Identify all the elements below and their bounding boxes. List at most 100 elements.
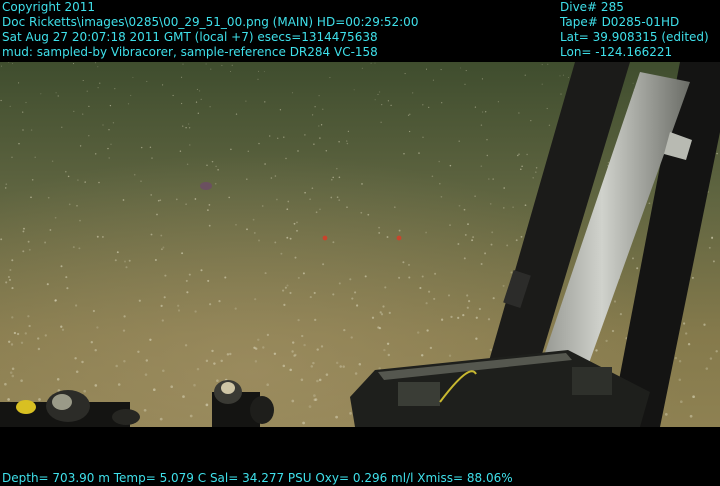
snow-particle — [133, 173, 136, 176]
snow-particle — [447, 294, 451, 297]
snow-particle — [492, 178, 494, 180]
rov-video-frame: Copyright 2011 Doc Ricketts\images\0285\… — [0, 0, 720, 486]
snow-particle — [150, 233, 153, 236]
snow-particle — [383, 348, 386, 352]
snow-particle — [354, 291, 357, 294]
snow-particle — [177, 309, 181, 312]
snow-particle — [140, 146, 143, 149]
snow-particle — [294, 353, 297, 357]
snow-particle — [343, 328, 346, 332]
snow-particle — [487, 318, 491, 321]
snow-particle — [402, 261, 405, 264]
snow-particle — [245, 100, 247, 102]
snow-particle — [196, 88, 198, 90]
snow-particle — [81, 360, 84, 364]
snow-particle — [55, 92, 57, 94]
snow-particle — [316, 348, 319, 351]
snow-particle — [123, 315, 126, 318]
overlay-sensor-readout: Depth= 703.90 m Temp= 5.079 C Sal= 34.27… — [2, 471, 513, 485]
snow-particle — [211, 349, 214, 353]
snow-particle — [441, 102, 443, 104]
snow-particle — [313, 394, 316, 397]
snow-particle — [297, 318, 300, 322]
snow-particle — [301, 334, 304, 338]
snow-particle — [291, 399, 295, 403]
basket-panel — [398, 382, 440, 406]
snow-particle — [474, 106, 477, 108]
snow-particle — [10, 343, 14, 346]
snow-particle — [261, 205, 264, 207]
snow-particle — [304, 191, 306, 194]
snow-particle — [289, 368, 292, 372]
snow-particle — [199, 90, 201, 92]
snow-particle — [485, 111, 487, 113]
snow-particle — [636, 267, 639, 270]
snow-particle — [28, 248, 31, 251]
snow-particle — [311, 187, 314, 190]
snow-particle — [65, 276, 68, 279]
snow-particle — [16, 332, 20, 336]
snow-particle — [234, 307, 237, 310]
snow-particle — [547, 63, 549, 65]
snow-particle — [47, 196, 50, 199]
snow-particle — [82, 79, 84, 82]
snow-particle — [548, 124, 551, 126]
snow-particle — [607, 161, 610, 164]
snow-particle — [418, 152, 420, 154]
snow-particle — [358, 362, 362, 366]
snow-particle — [349, 278, 352, 281]
snow-particle — [361, 67, 363, 69]
snow-particle — [98, 181, 100, 184]
snow-particle — [277, 137, 279, 139]
snow-particle — [264, 163, 266, 165]
snow-particle — [691, 276, 694, 279]
snow-particle — [595, 349, 598, 352]
snow-particle — [224, 276, 227, 279]
snow-particle — [346, 140, 348, 142]
snow-particle — [182, 125, 184, 127]
snow-particle — [291, 350, 294, 353]
snow-particle — [687, 343, 691, 346]
overlay-timestamp: Sat Aug 27 20:07:18 2011 GMT (local +7) … — [2, 30, 378, 44]
snow-particle — [246, 178, 248, 180]
snow-particle — [388, 311, 391, 315]
snow-particle — [160, 248, 163, 251]
snow-particle — [296, 221, 298, 224]
snow-particle — [338, 199, 341, 201]
red-particle — [322, 235, 328, 241]
snow-particle — [541, 64, 543, 66]
snow-particle — [480, 124, 483, 126]
snow-particle — [398, 229, 401, 232]
snow-particle — [37, 347, 41, 351]
snow-particle — [54, 299, 57, 302]
snow-particle — [38, 398, 41, 401]
snow-particle — [319, 208, 321, 211]
snow-particle — [96, 326, 99, 329]
snow-particle — [689, 414, 693, 418]
snow-particle — [84, 181, 86, 183]
snow-particle — [124, 260, 126, 263]
snow-particle — [269, 135, 271, 137]
snow-particle — [497, 101, 499, 103]
snow-particle — [61, 328, 65, 331]
snow-particle — [90, 341, 93, 344]
snow-particle — [468, 300, 471, 303]
snow-particle — [114, 259, 117, 262]
snow-particle — [425, 231, 428, 234]
snow-particle — [408, 130, 411, 133]
snow-particle — [185, 203, 187, 206]
snow-particle — [342, 365, 345, 368]
snow-particle — [378, 367, 381, 370]
snow-particle — [346, 206, 348, 209]
snow-particle — [209, 106, 211, 108]
snow-particle — [229, 352, 232, 356]
snow-particle — [302, 272, 305, 275]
snow-particle — [258, 142, 260, 145]
snow-particle — [709, 357, 713, 360]
snow-particle — [60, 325, 63, 328]
snow-particle — [386, 236, 389, 238]
snow-particle — [559, 75, 561, 77]
snow-particle — [367, 213, 370, 216]
snow-particle — [164, 274, 167, 277]
snow-particle — [213, 362, 216, 365]
